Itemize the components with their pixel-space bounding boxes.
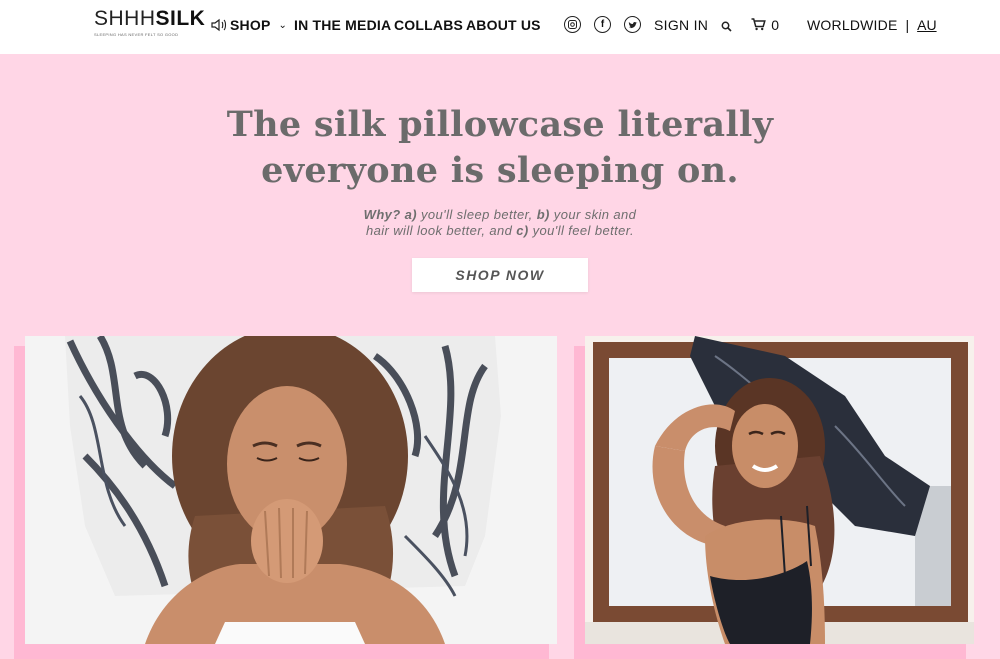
chevron-down-icon: ⌄ bbox=[278, 19, 287, 31]
brand-logo[interactable]: SHHHSILK SLEEPING HAS NEVER FELT SO GOOD bbox=[94, 7, 206, 38]
nav-about-us-label: ABOUT US bbox=[466, 17, 541, 33]
facebook-icon[interactable]: f bbox=[594, 16, 611, 33]
nav-in-the-media-label: IN THE MEDIA bbox=[294, 17, 392, 33]
b-label: b) bbox=[536, 207, 550, 222]
why-label: Why? bbox=[363, 207, 401, 222]
a-label: a) bbox=[404, 207, 418, 222]
a-text: you'll sleep better, bbox=[417, 207, 537, 222]
nav-collabs[interactable]: COLLABS bbox=[394, 17, 463, 33]
hero-subtitle: Why? a) you'll sleep better, b) your ski… bbox=[0, 207, 1000, 239]
speaker-icon bbox=[211, 18, 229, 32]
site-header: SHHHSILK SLEEPING HAS NEVER FELT SO GOOD… bbox=[0, 0, 1000, 54]
hero-title: The silk pillowcase literally everyone i… bbox=[0, 102, 1000, 194]
sign-in-link[interactable]: SIGN IN bbox=[654, 17, 708, 33]
search-icon[interactable] bbox=[721, 19, 732, 32]
c-label: c) bbox=[516, 223, 529, 238]
nav-shop[interactable]: SHOP ⌄ bbox=[211, 17, 287, 33]
logo-wordmark: SHHHSILK bbox=[94, 7, 206, 30]
hero-title-line2: everyone is sleeping on. bbox=[261, 150, 739, 191]
nav-shop-label: SHOP bbox=[230, 17, 271, 33]
region-au-link[interactable]: AU bbox=[917, 17, 936, 33]
b-text: your skin and bbox=[549, 207, 637, 222]
region-separator: | bbox=[905, 16, 910, 33]
photo-right-image bbox=[585, 336, 974, 644]
photo-left-image bbox=[25, 336, 557, 644]
photo-woman-on-pillow bbox=[25, 336, 557, 644]
cart-icon[interactable] bbox=[751, 18, 767, 31]
region-worldwide-link[interactable]: WORLDWIDE bbox=[807, 17, 897, 33]
logo-tagline: SLEEPING HAS NEVER FELT SO GOOD bbox=[94, 32, 179, 37]
sub-line2: hair will look better, and bbox=[365, 223, 517, 238]
nav-about-us[interactable]: ABOUT US bbox=[466, 17, 541, 33]
c-text: you'll feel better. bbox=[528, 223, 634, 238]
cart-count[interactable]: 0 bbox=[771, 17, 779, 33]
nav-in-the-media[interactable]: IN THE MEDIA bbox=[294, 17, 391, 33]
instagram-icon[interactable] bbox=[564, 16, 581, 33]
twitter-icon[interactable] bbox=[624, 16, 641, 33]
photo-woman-with-pillow bbox=[585, 336, 974, 644]
shop-now-button[interactable]: SHOP NOW bbox=[412, 258, 588, 292]
header-utility-nav: f SIGN IN 0 WORLDWIDE | AU bbox=[564, 16, 937, 33]
hero-title-line1: The silk pillowcase literally bbox=[226, 104, 774, 145]
nav-collabs-label: COLLABS bbox=[394, 17, 464, 33]
